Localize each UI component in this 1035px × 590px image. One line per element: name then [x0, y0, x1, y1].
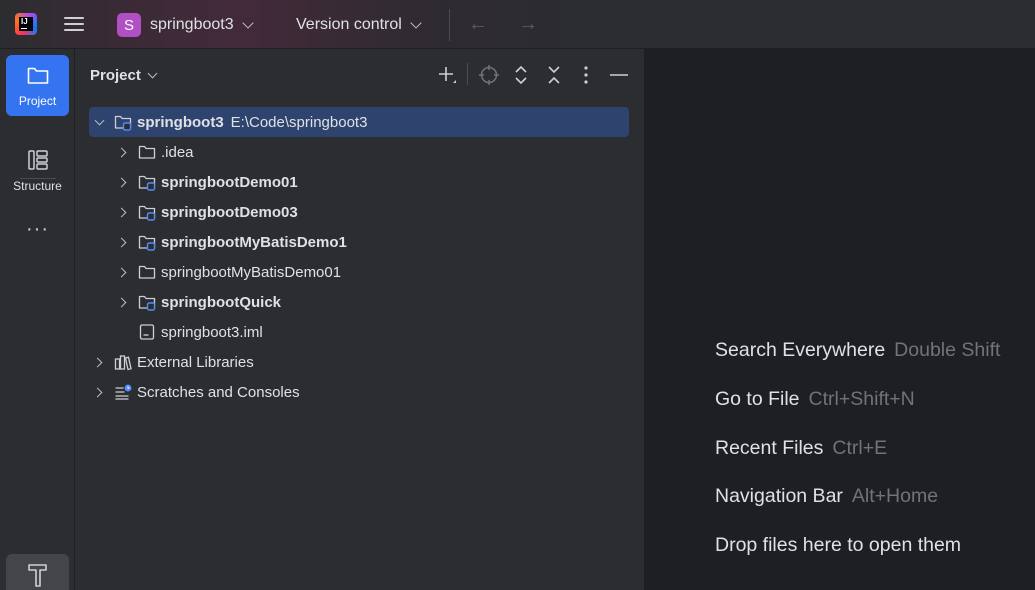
editor-hint: Go to File Ctrl+Shift+N: [715, 388, 915, 411]
chevron-right-icon[interactable]: [89, 352, 109, 372]
project-view-selector[interactable]: Project: [90, 67, 158, 84]
forward-arrow-icon[interactable]: →: [516, 13, 540, 35]
structure-icon: [28, 150, 48, 170]
module-folder-icon: [138, 293, 156, 311]
tree-row[interactable]: springboot3.iml: [89, 317, 629, 347]
vcs-widget[interactable]: Version control: [296, 10, 422, 40]
tree-item-label: Scratches and Consoles: [137, 383, 300, 401]
chevron-down-icon: [410, 16, 422, 29]
editor-hint: Search Everywhere Double Shift: [715, 339, 1000, 362]
hammer-icon: [28, 564, 47, 587]
intellij-logo-icon[interactable]: IJ: [15, 13, 37, 35]
hide-panel-icon[interactable]: [607, 63, 631, 87]
tree-row[interactable]: springbootMyBatisDemo1: [89, 227, 629, 257]
hint-shortcut: Ctrl+E: [832, 437, 888, 459]
tree-row[interactable]: springbootQuick: [89, 287, 629, 317]
tree-item-label: springbootMyBatisDemo1: [161, 233, 347, 251]
main-menu-icon[interactable]: [64, 14, 86, 34]
editor-hint: Navigation Bar Alt+Home: [715, 485, 938, 508]
tree-item-label: springbootMyBatisDemo01: [161, 263, 342, 281]
expand-all-icon[interactable]: [509, 63, 533, 87]
tree-row[interactable]: External Libraries: [89, 347, 629, 377]
tree-item-label: springbootDemo01: [161, 173, 298, 191]
hint-label: Drop files here to open them: [715, 534, 962, 556]
editor-hint: Drop files here to open them: [715, 534, 961, 557]
tree-row[interactable]: springbootDemo01: [89, 167, 629, 197]
chevron-down-icon: [241, 16, 254, 29]
tree-row[interactable]: springbootMyBatisDemo01: [89, 257, 629, 287]
title-separator: [449, 9, 450, 41]
collapse-all-icon[interactable]: [542, 63, 566, 87]
tool-window-strip: Project Structure ···: [0, 49, 75, 590]
hint-label: Recent Files: [715, 437, 824, 459]
editor-empty-state: Search Everywhere Double Shift Go to File C…: [646, 49, 1035, 590]
chevron-right-icon[interactable]: [113, 292, 133, 312]
project-panel-header: Project: [75, 49, 645, 103]
project-panel: Project springboot3 E:\Code\springboot3 .i…: [75, 49, 645, 590]
chevron-right-icon[interactable]: [89, 382, 109, 402]
vcs-label: Version control: [296, 16, 402, 33]
module-folder-icon: [138, 203, 156, 221]
project-tool-label: Project: [18, 94, 57, 108]
project-switcher[interactable]: S springboot3: [114, 10, 254, 40]
tree-row[interactable]: Scratches and Consoles: [89, 377, 629, 407]
scratches-icon: [114, 383, 132, 401]
tree-item-label: springboot3: [137, 113, 224, 131]
chevron-right-icon[interactable]: [113, 262, 133, 282]
title-bar: IJ S springboot3 Version control ← →: [0, 0, 1035, 49]
tree-item-label: springbootDemo03: [161, 203, 298, 221]
locate-icon[interactable]: [477, 63, 501, 87]
folder-icon: [138, 263, 156, 281]
hint-shortcut: Ctrl+Shift+N: [808, 388, 915, 410]
module-folder-icon: [138, 233, 156, 251]
hint-label: Search Everywhere: [715, 339, 886, 361]
hint-shortcut: Double Shift: [894, 339, 1001, 361]
more-tools-icon[interactable]: ···: [26, 219, 49, 239]
project-name: springboot3: [150, 16, 234, 33]
hint-label: Navigation Bar: [715, 485, 843, 507]
panel-title: Project: [90, 67, 141, 84]
tree-row[interactable]: springbootDemo03: [89, 197, 629, 227]
chevron-down-icon[interactable]: [89, 112, 109, 132]
structure-tool-button[interactable]: Structure: [6, 140, 69, 201]
module-folder-icon: [138, 173, 156, 191]
project-tool-button[interactable]: Project: [6, 55, 69, 116]
tree-row[interactable]: .idea: [89, 137, 629, 167]
add-icon[interactable]: [435, 63, 459, 87]
tree-item-path: E:\Code\springboot3: [230, 113, 368, 131]
hint-label: Go to File: [715, 388, 800, 410]
chevron-right-icon[interactable]: [113, 202, 133, 222]
folder-icon: [27, 67, 49, 84]
back-arrow-icon[interactable]: ←: [466, 13, 490, 35]
header-separator: [467, 63, 468, 85]
tree-item-label: External Libraries: [137, 353, 254, 371]
tree-item-label: springbootQuick: [161, 293, 281, 311]
folder-icon: [138, 143, 156, 161]
tree-item-label: springboot3.iml: [161, 323, 263, 341]
iml-file-icon: [138, 323, 156, 341]
libraries-icon: [114, 353, 132, 371]
tree-item-label: .idea: [161, 143, 194, 161]
options-icon[interactable]: [574, 63, 598, 87]
editor-hint: Recent Files Ctrl+E: [715, 437, 887, 460]
module-folder-icon: [114, 113, 132, 131]
structure-tool-label: Structure: [13, 179, 62, 193]
hint-shortcut: Alt+Home: [851, 485, 939, 507]
chevron-down-icon: [147, 68, 158, 79]
project-badge: S: [117, 13, 141, 37]
chevron-right-icon[interactable]: [113, 142, 133, 162]
chevron-right-icon[interactable]: [113, 172, 133, 192]
tree-row[interactable]: springboot3 E:\Code\springboot3: [89, 107, 629, 137]
build-tool-button[interactable]: [6, 554, 69, 590]
chevron-right-icon[interactable]: [113, 232, 133, 252]
